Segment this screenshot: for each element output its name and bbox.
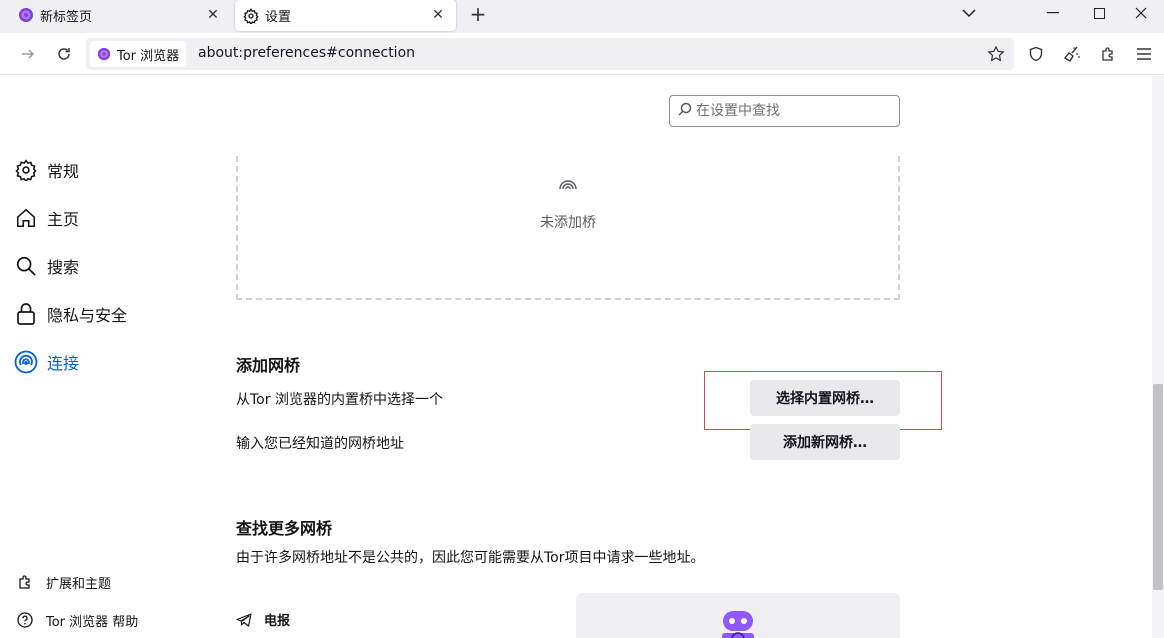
- forward-icon[interactable]: [14, 40, 42, 68]
- add-bridge-heading: 添加网桥: [236, 356, 301, 375]
- tab-label: 新标签页: [40, 9, 93, 25]
- list-all-tabs-icon[interactable]: [946, 0, 992, 26]
- close-tab-icon[interactable]: ✕: [428, 5, 448, 25]
- extensions-puzzle-icon[interactable]: [1094, 40, 1122, 68]
- search-icon: [678, 102, 692, 120]
- builtin-bridge-description: 从Tor 浏览器的内置桥中选择一个: [236, 392, 443, 408]
- tab-strip: 新标签页 ✕ 设置 ✕ +: [0, 0, 1164, 33]
- url-text[interactable]: about:preferences#connection: [198, 45, 415, 61]
- bridge-bot-icon: [719, 609, 757, 638]
- lock-icon: [14, 302, 38, 326]
- puzzle-icon: [16, 573, 34, 591]
- sidebar-item-search[interactable]: 搜索: [14, 253, 79, 279]
- scrollbar-track[interactable]: [1152, 76, 1164, 638]
- gear-icon: [14, 158, 38, 182]
- scrollbar-thumb[interactable]: [1153, 384, 1163, 590]
- maximize-icon[interactable]: [1076, 0, 1122, 26]
- sidebar-item-label: 常规: [47, 162, 80, 181]
- empty-bridges-text: 未添加桥: [540, 215, 596, 231]
- sidebar-item-label: 主页: [47, 210, 80, 229]
- sidebar-item-general[interactable]: 常规: [14, 157, 79, 183]
- sidebar-item-label: 连接: [47, 354, 80, 373]
- search-icon: [14, 254, 38, 278]
- find-more-bridges-heading: 查找更多网桥: [236, 519, 333, 538]
- bridge-icon: [558, 176, 578, 194]
- minimize-icon[interactable]: [1030, 0, 1076, 26]
- connection-icon: [14, 350, 38, 374]
- sidebar-item-home[interactable]: 主页: [14, 205, 79, 231]
- url-bar[interactable]: Tor 浏览器 about:preferences#connection: [86, 38, 1014, 70]
- bridge-list-empty: 未添加桥: [236, 156, 900, 300]
- sidebar-addons-link[interactable]: 扩展和主题: [16, 572, 111, 592]
- shield-icon[interactable]: [1022, 40, 1050, 68]
- find-more-description: 由于许多网桥地址不是公共的，因此您可能需要从Tor项目中请求一些地址。: [236, 550, 705, 566]
- footer-link-label: Tor 浏览器 帮助: [46, 614, 139, 630]
- sidebar-item-label: 搜索: [47, 258, 80, 277]
- new-identity-broom-icon[interactable]: [1058, 40, 1086, 68]
- telegram-option[interactable]: 电报: [236, 610, 290, 629]
- sidebar-help-link[interactable]: Tor 浏览器 帮助: [16, 610, 138, 630]
- tor-onion-icon: [97, 47, 111, 61]
- close-tab-icon[interactable]: ✕: [203, 5, 223, 25]
- home-icon: [14, 206, 38, 230]
- manual-bridge-description: 输入您已经知道的网桥地址: [236, 436, 404, 452]
- help-icon: [16, 611, 34, 629]
- search-settings-input[interactable]: [696, 103, 886, 119]
- gear-icon: [243, 7, 259, 24]
- identity-label: Tor 浏览器: [117, 48, 180, 64]
- close-window-icon[interactable]: [1118, 0, 1164, 26]
- telegram-icon: [236, 612, 252, 628]
- new-tab-button[interactable]: +: [466, 2, 490, 26]
- reload-icon[interactable]: [50, 40, 78, 68]
- tab-new-tab[interactable]: 新标签页 ✕: [0, 0, 231, 30]
- highlight-box: [704, 371, 942, 430]
- sidebar-item-label: 隐私与安全: [47, 306, 128, 325]
- bookmark-star-icon[interactable]: [984, 42, 1008, 66]
- add-new-bridge-button[interactable]: 添加新网桥…: [750, 424, 900, 460]
- sidebar-item-privacy[interactable]: 隐私与安全: [14, 301, 127, 327]
- nav-bar: Tor 浏览器 about:preferences#connection: [0, 33, 1164, 75]
- tab-settings[interactable]: 设置 ✕: [235, 0, 456, 31]
- footer-link-label: 扩展和主题: [46, 576, 112, 592]
- tab-label: 设置: [265, 10, 292, 25]
- identity-box[interactable]: Tor 浏览器: [90, 41, 187, 67]
- sidebar-item-connection[interactable]: 连接: [14, 349, 79, 375]
- search-settings-box[interactable]: [669, 95, 900, 127]
- tor-onion-icon: [18, 7, 34, 23]
- bridge-bot-card: [576, 593, 900, 638]
- telegram-label: 电报: [264, 614, 291, 629]
- menu-hamburger-icon[interactable]: [1130, 40, 1158, 68]
